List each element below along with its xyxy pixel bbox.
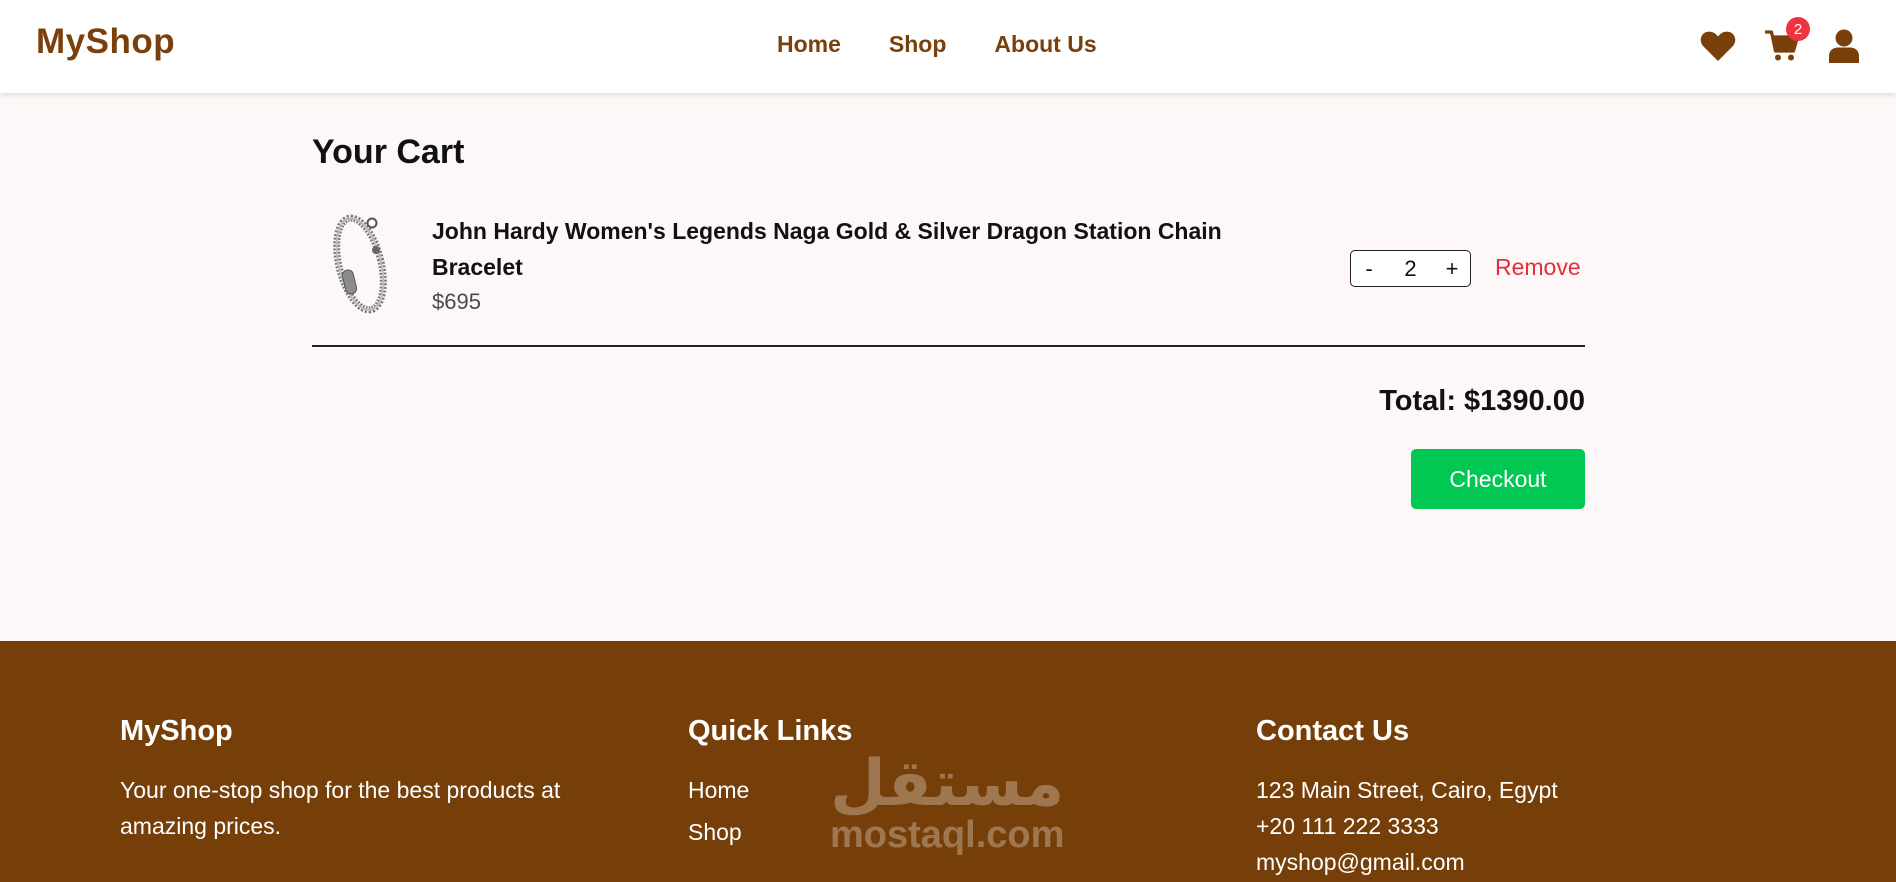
bracelet-image	[333, 214, 387, 314]
nav-about-us[interactable]: About Us	[994, 31, 1096, 58]
product-image[interactable]	[320, 210, 400, 320]
contact-address: 123 Main Street, Cairo, Egypt	[1256, 777, 1558, 803]
account-button[interactable]	[1824, 26, 1864, 66]
checkout-button[interactable]: Checkout	[1411, 449, 1585, 509]
footer-brand: MyShop Your one-stop shop for the best p…	[120, 715, 620, 844]
footer-links-title: Quick Links	[688, 715, 853, 747]
quantity-value: 2	[1404, 255, 1417, 281]
footer-link-home[interactable]: Home	[688, 766, 1088, 814]
main-nav: Home Shop About Us	[777, 31, 1097, 58]
wishlist-button[interactable]	[1698, 26, 1738, 66]
contact-email[interactable]: myshop@gmail.com	[1256, 844, 1756, 880]
quantity-stepper: - 2 +	[1350, 250, 1471, 287]
product-price: $695	[432, 289, 481, 314]
page-title: Your Cart	[312, 133, 465, 171]
footer-quick-links: Quick Links Home Shop	[688, 715, 1088, 856]
increase-quantity-button[interactable]: +	[1442, 256, 1462, 282]
product-name[interactable]: John Hardy Women's Legends Naga Gold & S…	[432, 213, 1262, 285]
heart-icon	[1700, 31, 1736, 61]
cart-total: Total: $1390.00	[1379, 385, 1585, 417]
footer-brand-title: MyShop	[120, 715, 233, 747]
site-header: MyShop Home Shop About Us 2	[0, 0, 1896, 93]
user-icon	[1829, 29, 1859, 63]
nav-home[interactable]: Home	[777, 31, 841, 58]
footer-contact-title: Contact Us	[1256, 715, 1410, 747]
footer-link-shop[interactable]: Shop	[688, 808, 1088, 856]
footer-contact: Contact Us 123 Main Street, Cairo, Egypt…	[1256, 715, 1756, 880]
decrease-quantity-button[interactable]: -	[1359, 256, 1379, 282]
cart-divider	[312, 345, 1585, 347]
cart-count-badge: 2	[1786, 17, 1810, 41]
remove-button[interactable]: Remove	[1495, 254, 1581, 281]
site-footer: MyShop Your one-stop shop for the best p…	[0, 641, 1896, 882]
footer-brand-text: Your one-stop shop for the best products…	[120, 777, 561, 839]
logo[interactable]: MyShop	[36, 22, 175, 62]
contact-phone: +20 111 222 3333	[1256, 813, 1439, 839]
nav-shop[interactable]: Shop	[889, 31, 947, 58]
